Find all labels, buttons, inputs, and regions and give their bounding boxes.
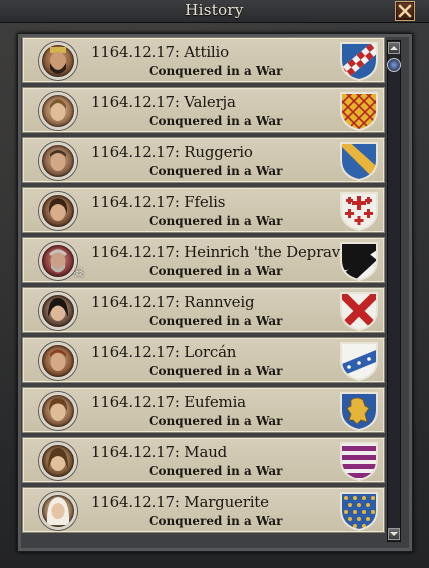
entry-subtitle: Conquered in a War — [149, 114, 283, 128]
entry-subtitle: Conquered in a War — [149, 264, 283, 278]
coat-of-arms-black-white-chevron-icon[interactable] — [337, 240, 381, 282]
close-button[interactable] — [395, 1, 415, 21]
portrait-woman-icon[interactable] — [39, 292, 77, 330]
history-entry-eufemia[interactable]: 1164.12.17: Eufemia Conquered in a War — [22, 387, 385, 433]
scroll-down-button[interactable] — [388, 528, 400, 540]
entry-title: 1164.12.17: Maud — [91, 443, 228, 461]
scroll-up-button[interactable] — [388, 42, 400, 54]
entry-subtitle: Conquered in a War — [149, 64, 283, 78]
history-entry-rannveig[interactable]: 1164.12.17: Rannveig Conquered in a War — [22, 287, 385, 333]
arrow-down-icon — [390, 532, 398, 536]
coat-of-arms-white-blue-stars-icon[interactable] — [337, 340, 381, 382]
portrait-man-icon[interactable] — [39, 142, 77, 180]
history-entry-heinrich[interactable]: ☠ 1164.12.17: Heinrich 'the Depraved' Co… — [22, 237, 385, 283]
entry-title: 1164.12.17: Marguerite — [91, 493, 269, 511]
history-entry-valerja[interactable]: 1164.12.17: Valerja Conquered in a War — [22, 87, 385, 133]
coat-of-arms-blue-gold-lion-icon[interactable] — [337, 390, 381, 432]
entry-title: 1164.12.17: Ruggerio — [91, 143, 253, 161]
entry-subtitle: Conquered in a War — [149, 514, 283, 528]
window-title: History — [185, 1, 244, 19]
portrait-old-man-icon[interactable] — [39, 242, 77, 280]
entry-title: 1164.12.17: Attilio — [91, 43, 229, 61]
coat-of-arms-blue-gold-bend-icon[interactable] — [337, 140, 381, 182]
entry-title: 1164.12.17: Lorcán — [91, 343, 237, 361]
coat-of-arms-blue-gold-fleur-de-lis-icon[interactable] — [337, 490, 381, 532]
scrollbar-thumb[interactable] — [387, 58, 401, 72]
portrait-woman-icon[interactable] — [39, 92, 77, 130]
entry-subtitle: Conquered in a War — [149, 364, 283, 378]
entry-title: 1164.12.17: Valerja — [91, 93, 236, 111]
portrait-woman-icon[interactable] — [39, 192, 77, 230]
portrait-woman-icon[interactable] — [39, 392, 77, 430]
history-entry-ruggerio[interactable]: 1164.12.17: Ruggerio Conquered in a War — [22, 137, 385, 183]
entry-title: 1164.12.17: Ffelis — [91, 193, 226, 211]
coat-of-arms-red-white-saltire-icon[interactable] — [337, 290, 381, 332]
history-list: 1164.12.17: Attilio Conquered in a War 1… — [22, 37, 385, 547]
arrow-up-icon — [390, 46, 398, 50]
entry-subtitle: Conquered in a War — [149, 314, 283, 328]
coat-of-arms-purple-white-bars-icon[interactable] — [337, 440, 381, 482]
entry-title: 1164.12.17: Heinrich 'the Depraved' — [91, 243, 363, 261]
history-entry-ffelis[interactable]: 1164.12.17: Ffelis Conquered in a War — [22, 187, 385, 233]
entry-subtitle: Conquered in a War — [149, 164, 283, 178]
coat-of-arms-gold-red-lattice-icon[interactable] — [337, 90, 381, 132]
portrait-woman-veil-icon[interactable] — [39, 492, 77, 530]
skull-icon: ☠ — [73, 266, 85, 281]
entry-subtitle: Conquered in a War — [149, 414, 283, 428]
entry-title: 1164.12.17: Rannveig — [91, 293, 255, 311]
coat-of-arms-red-white-checky-bend-icon[interactable] — [337, 40, 381, 82]
portrait-bearded-man-crown-icon[interactable] — [39, 42, 77, 80]
history-entry-maud[interactable]: 1164.12.17: Maud Conquered in a War — [22, 437, 385, 483]
history-entry-attilio[interactable]: 1164.12.17: Attilio Conquered in a War — [22, 37, 385, 83]
coat-of-arms-white-red-crosses-icon[interactable] — [337, 190, 381, 232]
entry-subtitle: Conquered in a War — [149, 214, 283, 228]
history-entry-marguerite[interactable]: 1164.12.17: Marguerite Conquered in a Wa… — [22, 487, 385, 533]
entry-subtitle: Conquered in a War — [149, 464, 283, 478]
entry-title: 1164.12.17: Eufemia — [91, 393, 246, 411]
close-x-icon — [398, 4, 412, 18]
history-entry-lorcan[interactable]: 1164.12.17: Lorcán Conquered in a War — [22, 337, 385, 383]
vertical-scrollbar[interactable] — [387, 40, 401, 542]
portrait-woman-icon[interactable] — [39, 442, 77, 480]
portrait-man-icon[interactable] — [39, 342, 77, 380]
